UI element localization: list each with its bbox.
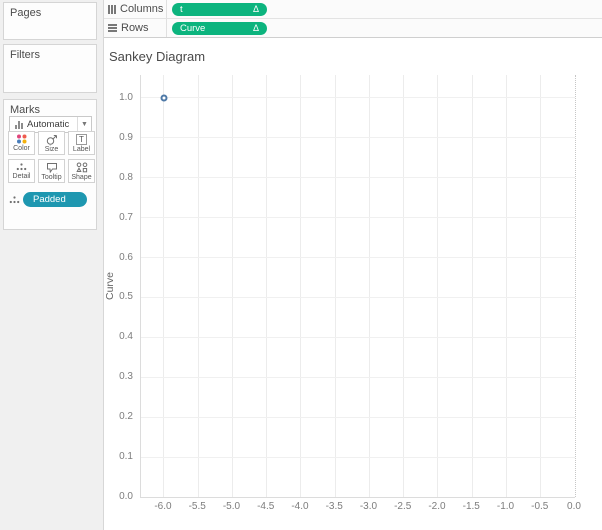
gridline: [141, 296, 575, 298]
gridline: [141, 336, 575, 338]
marks-button-grid: Color Size T Label Detail Tooltip Shape: [8, 131, 96, 183]
padded-pill[interactable]: Padded: [23, 192, 87, 207]
label-t-icon: T: [76, 133, 87, 145]
columns-icon: [108, 4, 116, 14]
x-tick-label: 0.0: [567, 501, 581, 512]
rows-shelf[interactable]: Rows Curve Δ: [104, 19, 602, 38]
data-point-circle[interactable]: [160, 94, 168, 102]
pages-shelf[interactable]: Pages: [3, 2, 97, 40]
x-tick-label: -3.0: [359, 501, 378, 512]
gridline: [141, 416, 575, 418]
size-button[interactable]: Size: [38, 131, 65, 155]
x-tick-label: -4.0: [291, 501, 309, 512]
padded-pill-label: Padded: [33, 194, 66, 205]
x-tick-label: -6.0: [154, 501, 172, 512]
rows-shelf-head: Rows: [104, 19, 167, 37]
mark-type-value: Automatic: [27, 119, 70, 130]
automatic-mark-icon: [15, 120, 23, 129]
shape-button[interactable]: Shape: [68, 159, 95, 183]
gridline: [141, 177, 575, 179]
y-tick-label: 0.2: [119, 411, 133, 423]
x-tick-label: -1.0: [496, 501, 515, 512]
marks-label: Marks: [10, 104, 40, 116]
y-tick-label: 0.0: [119, 491, 133, 502]
x-tick-label: -5.0: [222, 501, 241, 512]
x-tick-label: -3.5: [325, 501, 343, 512]
columns-shelf-head: Columns: [104, 0, 167, 18]
size-circle-icon: [46, 134, 57, 145]
gridline: [141, 376, 575, 378]
y-tick-label: 0.5: [119, 291, 133, 303]
y-tick-label: 0.4: [119, 331, 133, 343]
pages-label: Pages: [10, 7, 42, 19]
y-tick-label: 0.1: [119, 451, 133, 463]
y-tick-label: 0.3: [119, 371, 133, 383]
delta-icon: Δ: [252, 4, 259, 14]
filters-label: Filters: [10, 49, 40, 61]
columns-shelf[interactable]: Columns t Δ: [104, 0, 602, 19]
detail-dots-icon: [9, 195, 20, 203]
x-tick-label: -4.5: [257, 501, 275, 512]
color-button[interactable]: Color: [8, 131, 35, 155]
gridline: [141, 97, 575, 99]
rows-icon: [108, 24, 117, 32]
y-axis[interactable]: 0.0 0.1 0.2 0.3 0.4 0.5 0.6 0.7 0.8 0.9 1.0: [104, 75, 137, 502]
marks-card: Marks Automatic ▼ Color Size T Label Det…: [3, 99, 97, 230]
filters-shelf[interactable]: Filters: [3, 44, 97, 93]
x-axis[interactable]: -6.0 -5.5 -5.0 -4.5 -4.0 -3.5 -3.0 -2.5 -2.0 -1.5…: [140, 501, 581, 514]
tooltip-button[interactable]: Tooltip: [38, 159, 65, 183]
worksheet-view: Sankey Diagram Curve 0.0 0.1 0.2 0.3 0.4 0.5 0…: [104, 38, 602, 530]
y-tick-label: 0.8: [119, 171, 133, 183]
sheet-title: Sankey Diagram: [109, 49, 206, 64]
y-tick-label: 0.6: [119, 251, 133, 263]
tooltip-bubble-icon: [46, 162, 57, 173]
chevron-down-icon[interactable]: ▼: [77, 117, 91, 132]
y-tick-label: 0.7: [119, 211, 133, 223]
shape-button-label: Shape: [71, 173, 92, 181]
y-tick-label: 0.9: [119, 131, 133, 143]
x-tick-label: -1.5: [462, 501, 480, 512]
detail-button-label: Detail: [12, 173, 31, 180]
rows-shelf-label: Rows: [121, 22, 149, 34]
color-dots-icon: [17, 134, 27, 144]
x-tick-label: -2.0: [428, 501, 446, 512]
delta-icon: Δ: [252, 23, 259, 33]
plot-pane[interactable]: [140, 75, 576, 498]
x-tick-label: -0.5: [531, 501, 549, 512]
detail-dots-icon: [16, 163, 27, 171]
label-button[interactable]: T Label: [68, 131, 95, 155]
label-button-label: Label: [72, 145, 91, 153]
gridline: [141, 456, 575, 458]
rows-pill-label: Curve: [180, 22, 206, 34]
svg-text:T: T: [79, 135, 84, 144]
gridline: [141, 137, 575, 139]
columns-shelf-label: Columns: [120, 3, 164, 15]
gridline: [141, 257, 575, 259]
color-button-label: Color: [13, 145, 30, 152]
size-button-label: Size: [44, 145, 59, 153]
encoding-row: Padded: [9, 192, 87, 207]
tableau-window: Pages Filters Marks Automatic ▼ Color Si…: [0, 0, 602, 530]
rows-pill[interactable]: Curve Δ: [172, 21, 267, 35]
columns-pill[interactable]: t Δ: [172, 2, 267, 16]
detail-button[interactable]: Detail: [8, 159, 35, 183]
tooltip-button-label: Tooltip: [41, 173, 62, 181]
left-sidebar: Pages Filters Marks Automatic ▼ Color Si…: [0, 0, 104, 530]
columns-pill-label: t: [180, 3, 183, 15]
y-tick-label: 1.0: [119, 91, 133, 103]
x-tick-label: -5.5: [188, 501, 206, 512]
gridline: [141, 217, 575, 219]
shapes-icon: [75, 162, 87, 172]
x-tick-label: -2.5: [394, 501, 412, 512]
